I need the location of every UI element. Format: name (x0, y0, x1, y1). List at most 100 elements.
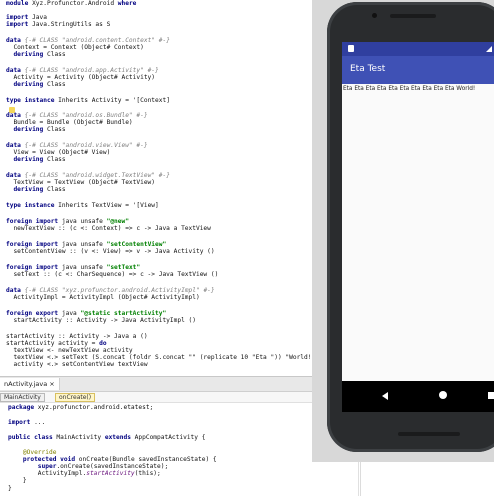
code-token: type instance (6, 202, 55, 209)
home-icon[interactable] (439, 391, 447, 399)
breadcrumb-item[interactable]: onCreate() (55, 393, 96, 402)
breadcrumb-item[interactable]: MainActivity (0, 393, 45, 402)
code-line: import Java.StringUtils as S (6, 21, 110, 28)
code-token: activity <.> setContentView textView (6, 361, 148, 368)
code-line: } (8, 477, 27, 484)
code-token: deriving (6, 186, 44, 193)
breadcrumb: MainActivity onCreate() (0, 392, 312, 403)
code-token: TextView = TextView (Object# TextView) (6, 179, 156, 186)
code-line: newTextView :: (c <: Context) => c -> Ja… (6, 225, 211, 232)
code-line: Activity = Activity (Object# Activity) (6, 74, 155, 81)
code-token: module (6, 0, 29, 7)
bottom-speaker (398, 432, 460, 436)
code-token: import (8, 419, 31, 426)
code-token: public class (8, 434, 53, 441)
code-line: setContentView :: (v <: View) => v -> Ja… (6, 248, 214, 255)
code-token: View = View (Object# View) (6, 149, 111, 156)
code-line: textView <- newTextView activity (6, 347, 133, 354)
code-token: data (6, 172, 21, 179)
code-token: Inherits TextView = '[View] (54, 202, 159, 209)
code-line: deriving Class (6, 156, 66, 163)
code-line: import Java (6, 14, 47, 21)
app-bar: Eta Test (342, 56, 494, 84)
code-token: Class (43, 126, 66, 133)
code-line: data {-# CLASS "android.widget.TextView"… (6, 172, 170, 179)
code-line: data {-# CLASS "xyz.profunctor.android.A… (6, 287, 215, 294)
earpiece-speaker (390, 14, 436, 18)
phone-screen[interactable]: Eta Test Eta Eta Eta Eta Eta Eta Eta Eta… (342, 42, 494, 412)
code-token: type instance (6, 97, 55, 104)
code-line: package xyz.profunctor.android.etatest; (8, 404, 153, 411)
code-token: package (8, 404, 35, 411)
code-line: data {-# CLASS "android.app.Activity" #-… (6, 67, 159, 74)
code-token: extends (104, 434, 131, 441)
code-token: textView <- newTextView activity (6, 347, 133, 354)
code-token: Context = Context (Object# Context) (6, 44, 144, 51)
code-token: onCreate(Bundle savedInstanceState) { (75, 456, 217, 463)
code-token: foreign import (6, 241, 59, 248)
navigation-bar (342, 381, 494, 412)
code-line: Bundle = Bundle (Object# Bundle) (6, 119, 132, 126)
code-token: Class (43, 51, 66, 58)
code-token: "setContentView" (106, 241, 167, 248)
code-token: {-# CLASS "android.view.View" #-} (20, 142, 148, 149)
code-line: public class MainActivity extends AppCom… (8, 434, 205, 441)
code-line: protected void onCreate(Bundle savedInst… (8, 456, 217, 463)
code-token: {-# CLASS "android.widget.TextView" #-} (20, 172, 170, 179)
code-line: foreign import java unsafe "setContentVi… (6, 241, 166, 248)
code-line: ActivityImpl = ActivityImpl (Object# Act… (6, 294, 199, 301)
code-token: data (6, 142, 21, 149)
activity-content (342, 84, 494, 381)
code-token: do (99, 340, 107, 347)
code-token: foreign import (6, 264, 59, 271)
code-token: Java.StringUtils as S (28, 21, 111, 28)
code-line: module Xyz.Profunctor.Android where (6, 0, 136, 7)
code-token: Class (43, 156, 66, 163)
front-camera-icon (372, 13, 377, 18)
code-token: import (6, 14, 29, 21)
tab-main-activity-java[interactable]: nActivity.java × (0, 378, 60, 390)
code-line: View = View (Object# View) (6, 149, 110, 156)
code-line: foreign export java "@static startActivi… (6, 310, 166, 317)
code-line: foreign import java unsafe "@new" (6, 218, 129, 225)
code-token: startActivity (86, 470, 135, 477)
code-token: data (6, 112, 21, 119)
code-token: foreign export (6, 310, 59, 317)
recent-apps-icon[interactable] (488, 392, 494, 399)
code-line: TextView = TextView (Object# TextView) (6, 179, 155, 186)
code-line: startActivity :: Activity -> Java a () (6, 333, 148, 340)
code-line: deriving Class (6, 51, 66, 58)
code-token: deriving (6, 156, 44, 163)
code-line: data {-# CLASS "android.view.View" #-} (6, 142, 148, 149)
code-token: .onCreate(savedInstanceState); (56, 463, 169, 470)
code-line: setText :: (c <: CharSequence) => c -> J… (6, 271, 218, 278)
code-token: newTextView :: (c <: Context) => c -> Ja… (6, 225, 211, 232)
code-line: import ... (8, 419, 45, 426)
code-line: deriving Class (6, 126, 66, 133)
code-token: where (117, 0, 137, 7)
code-token: (this); (134, 470, 161, 477)
code-line: textView <.> setText (S.concat (foldr S.… (6, 354, 312, 361)
code-line: type instance Inherits Activity = '[Cont… (6, 97, 170, 104)
code-token: data (6, 37, 21, 44)
code-token: super (8, 463, 57, 470)
code-token: java unsafe (58, 264, 107, 271)
code-line: startActivity :: Activity -> Java Activi… (6, 317, 196, 324)
code-token: ActivityImpl. (8, 470, 87, 477)
signal-icon (486, 46, 492, 52)
editor-tab-strip: nActivity.java × (0, 377, 312, 392)
haskell-editor[interactable]: module Xyz.Profunctor.Android where impor… (0, 0, 312, 376)
back-icon[interactable] (382, 392, 388, 400)
code-token: startActivity activity = (6, 340, 100, 347)
code-token: foreign import (6, 218, 59, 225)
code-token: "@new" (106, 218, 129, 225)
code-token: MainActivity (52, 434, 105, 441)
code-token: {-# CLASS "android.app.Activity" #-} (20, 67, 159, 74)
code-token: } (8, 477, 27, 484)
code-token: ... (30, 419, 46, 426)
code-token: data (6, 287, 21, 294)
code-token: {-# CLASS "xyz.profunctor.android.Activi… (20, 287, 215, 294)
java-editor[interactable]: package xyz.profunctor.android.etatest; i… (0, 403, 360, 496)
text-view-output: Eta Eta Eta Eta Eta Eta Eta Eta Eta Eta … (343, 86, 476, 92)
code-token: deriving (6, 81, 44, 88)
